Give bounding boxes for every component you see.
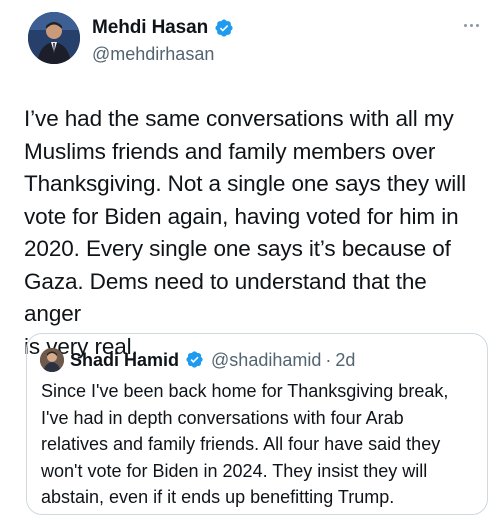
quote-author-name: Shadi Hamid <box>70 349 180 370</box>
author-display-name[interactable]: Mehdi Hasan <box>92 17 208 39</box>
tweet: Mehdi Hasan @mehdirhasan I’ve had the sa… <box>0 0 496 520</box>
author-handle[interactable]: @mehdirhasan <box>92 44 234 65</box>
quote-timestamp: 2d <box>335 349 356 370</box>
quote-author-avatar <box>40 348 64 372</box>
dot <box>469 23 473 27</box>
verified-badge-icon <box>185 350 205 370</box>
more-options-icon[interactable] <box>460 20 482 30</box>
profile-photo-icon <box>40 348 64 372</box>
author-avatar[interactable] <box>28 12 80 64</box>
quote-author-handle: @shadihamid <box>211 349 322 370</box>
tweet-text: I’ve had the same conversations with all… <box>24 106 466 359</box>
profile-photo-icon <box>28 12 80 64</box>
quoted-tweet[interactable]: Shadi Hamid @shadihamid · 2d Since I've … <box>26 333 488 515</box>
verified-badge-icon <box>214 18 234 38</box>
dot <box>463 23 467 27</box>
author-info: Mehdi Hasan @mehdirhasan <box>92 16 234 65</box>
author-name-row: Mehdi Hasan <box>92 16 234 40</box>
dot <box>475 23 479 27</box>
quote-separator: · <box>325 349 332 370</box>
quote-text: Since I've been back home for Thanksgivi… <box>41 381 449 507</box>
quote-header: Shadi Hamid @shadihamid · 2d <box>40 348 355 372</box>
